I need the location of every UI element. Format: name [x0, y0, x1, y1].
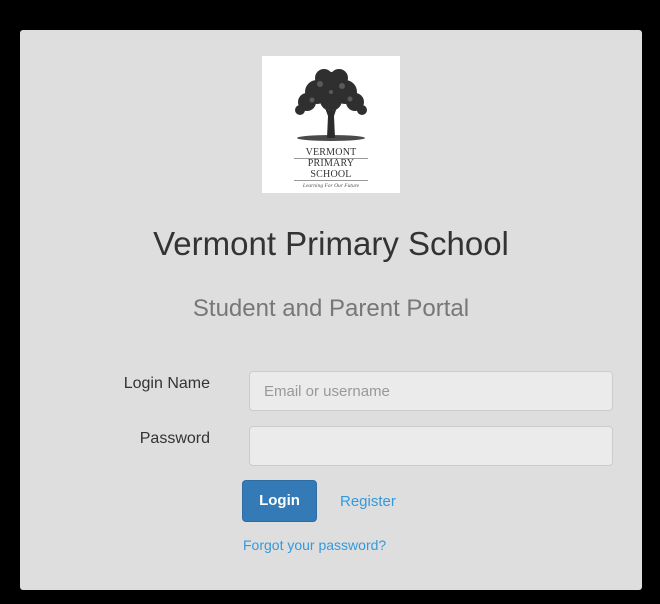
logo-divider — [294, 180, 368, 181]
forgot-password-link[interactable]: Forgot your password? — [243, 537, 386, 553]
login-button[interactable]: Login — [242, 480, 317, 522]
school-logo: VERMONT PRIMARY SCHOOL Learning For Our … — [262, 56, 400, 193]
register-link[interactable]: Register — [340, 493, 396, 510]
logo-line-3: SCHOOL — [310, 169, 352, 180]
logo-tagline: Learning For Our Future — [302, 183, 360, 189]
login-panel: VERMONT PRIMARY SCHOOL Learning For Our … — [20, 30, 642, 590]
page-subtitle: Student and Parent Portal — [192, 295, 470, 322]
password-input[interactable] — [249, 426, 613, 466]
password-label: Password — [139, 430, 210, 447]
logo-line-1: VERMONT — [305, 147, 357, 158]
logo-line-2: PRIMARY — [307, 158, 355, 169]
login-name-input[interactable] — [249, 371, 613, 411]
login-name-label: Login Name — [123, 375, 210, 392]
page-title: Vermont Primary School — [153, 225, 509, 262]
